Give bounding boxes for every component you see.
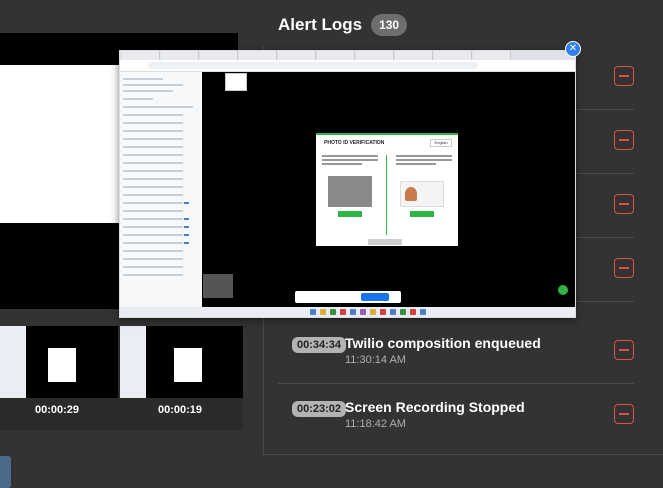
thumbnail[interactable] <box>0 326 118 398</box>
minus-icon <box>619 267 629 269</box>
preview-left-pane <box>120 72 202 307</box>
photo-id-dialog: PHOTO ID VERIFICATION English <box>316 133 458 246</box>
thumbnail-sidebar <box>120 326 146 398</box>
log-row: 00:34:34 Twilio composition enqueued 11:… <box>278 320 634 384</box>
log-row: 00:23:02 Screen Recording Stopped 11:18:… <box>278 384 634 448</box>
thumbnail-dialog <box>174 348 202 382</box>
alert-logs-title: Alert Logs <box>278 15 363 34</box>
alert-logs-header: Alert Logs 130 <box>278 14 408 36</box>
preview-webcam-tile <box>203 274 233 298</box>
preview-logo <box>225 73 247 91</box>
stage-page-snapshot <box>0 65 132 223</box>
screenshot-preview[interactable]: PHOTO ID VERIFICATION English <box>119 50 576 318</box>
minus-icon <box>619 203 629 205</box>
log-timestamp-badge: 00:34:34 <box>292 337 347 353</box>
chat-icon <box>558 285 568 295</box>
dialog-divider <box>386 155 387 235</box>
thumbnail-sidebar <box>0 326 26 398</box>
dialog-footer-button <box>368 239 402 245</box>
preview-browser-tabs <box>120 51 575 60</box>
minus-icon <box>619 349 629 351</box>
minus-icon <box>619 139 629 141</box>
capture-button <box>338 211 362 217</box>
close-icon[interactable]: ✕ <box>565 41 581 57</box>
preview-address-bar <box>120 60 575 72</box>
log-time: 11:30:14 AM <box>345 354 406 366</box>
alert-count-badge: 130 <box>371 14 408 36</box>
minus-icon <box>619 75 629 77</box>
preview-sharing-bar <box>295 291 401 303</box>
dialog-title: PHOTO ID VERIFICATION <box>324 140 385 146</box>
remove-button[interactable] <box>614 66 634 86</box>
thumbnail-strip: 00:00:29 00:00:19 <box>0 326 243 430</box>
log-title: Twilio composition enqueued <box>345 335 541 351</box>
log-title: Screen Recording Stopped <box>345 399 525 415</box>
remove-button[interactable] <box>614 258 634 278</box>
id-card-illustration <box>400 181 444 207</box>
thumbnail-time: 00:00:19 <box>158 404 203 416</box>
webcam-photo <box>328 176 372 207</box>
minus-icon <box>619 413 629 415</box>
log-timestamp-badge: 00:23:02 <box>292 401 347 417</box>
remove-button[interactable] <box>614 194 634 214</box>
remove-button[interactable] <box>614 130 634 150</box>
thumbnail-dialog <box>48 348 76 382</box>
dialog-language-select: English <box>430 139 452 147</box>
remove-button[interactable] <box>614 340 634 360</box>
side-tab[interactable] <box>0 456 11 488</box>
dialog-instructions <box>396 155 452 169</box>
thumbnail[interactable] <box>120 326 243 398</box>
capture-id-button <box>410 211 434 217</box>
remove-button[interactable] <box>614 404 634 424</box>
preview-taskbar <box>120 307 575 317</box>
thumbnail-time: 00:00:29 <box>35 404 80 416</box>
log-time: 11:18:42 AM <box>345 418 406 430</box>
dialog-instructions <box>322 155 378 169</box>
